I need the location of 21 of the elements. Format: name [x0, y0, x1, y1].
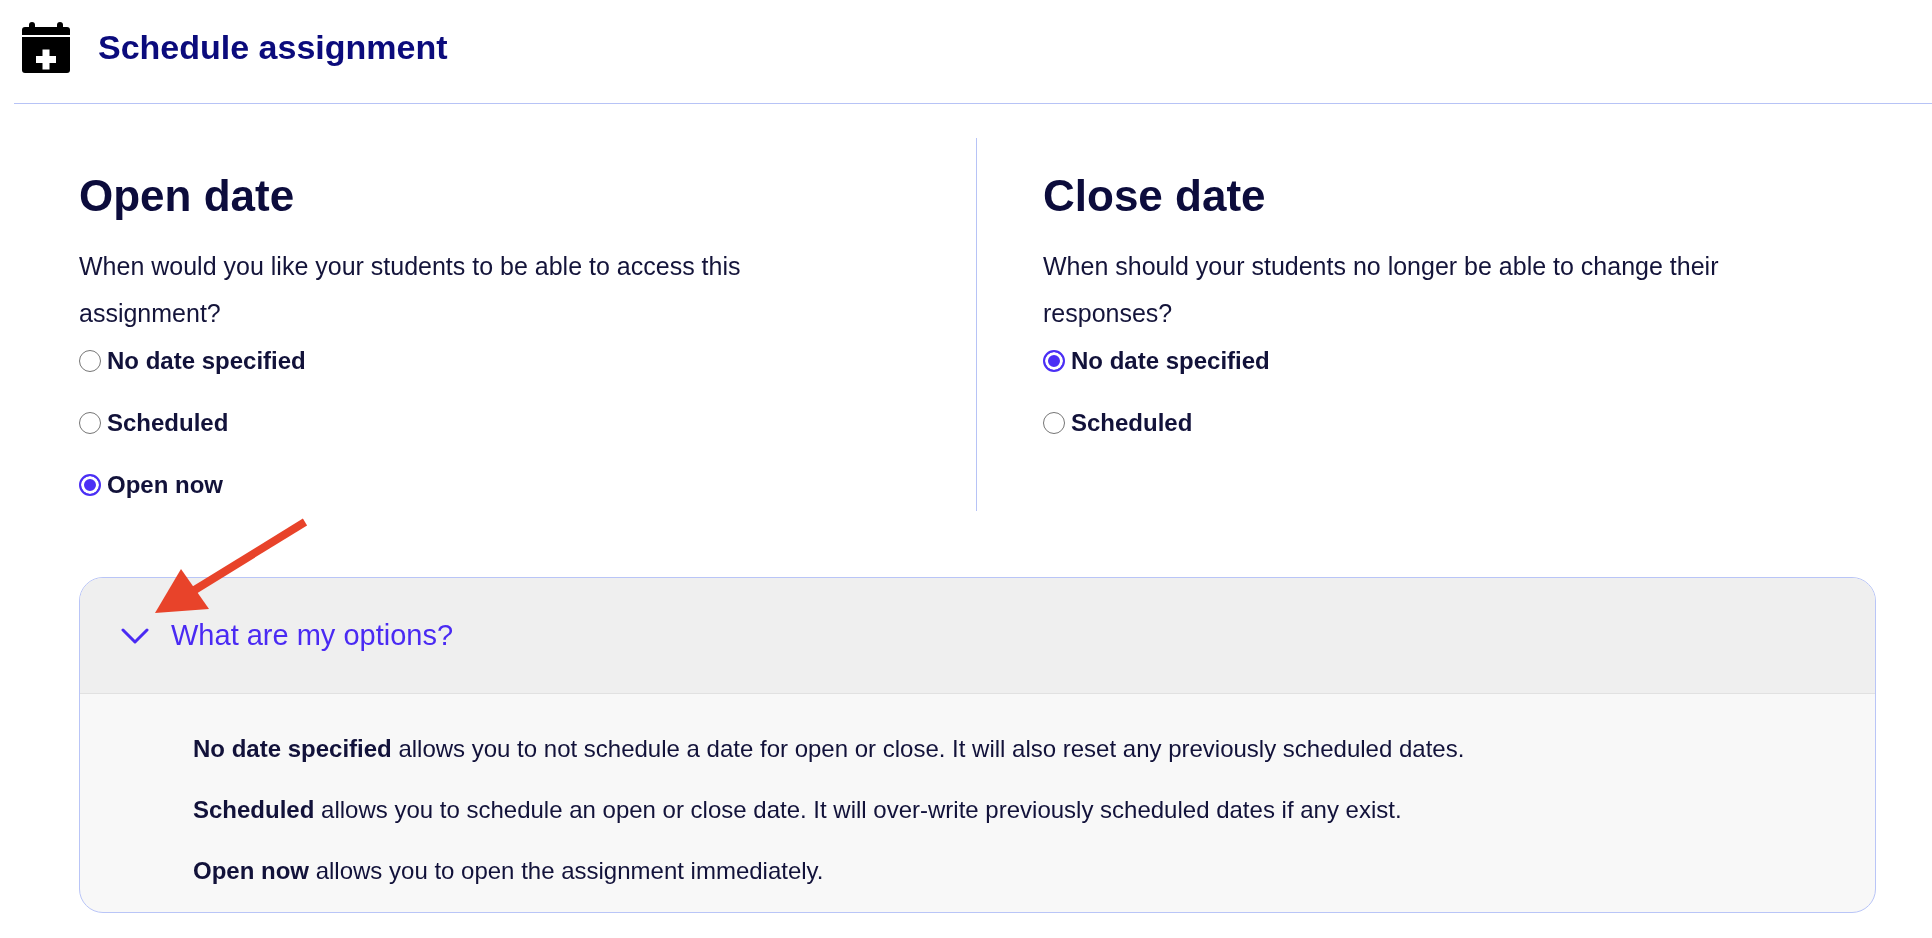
page-title: Schedule assignment — [98, 27, 448, 68]
option-description: Scheduled allows you to schedule an open or close date. It will over-write previously scheduled dates if any exist. — [193, 795, 1403, 825]
question-text: When should your students no longer be able to change their responses? — [1043, 251, 1720, 329]
option-label[interactable]: Open now — [107, 470, 223, 500]
section-heading: Close date — [1043, 170, 1267, 222]
section-heading: Open date — [79, 170, 296, 222]
calendar-plus-icon — [22, 22, 70, 73]
option-label[interactable]: No date specified — [107, 346, 306, 376]
help-toggle[interactable]: What are my options? — [80, 578, 1875, 694]
radio-button[interactable] — [79, 474, 101, 496]
option-description: No date specified allows you to not schedule a date for open or close. It will also reset any previously scheduled dates. — [193, 734, 1466, 764]
radio-button[interactable] — [79, 412, 101, 434]
radio-button[interactable] — [79, 350, 101, 372]
radio-button[interactable] — [1043, 350, 1065, 372]
option-label[interactable]: Scheduled — [1071, 408, 1193, 438]
chevron-icon — [121, 627, 149, 644]
radio-button[interactable] — [1043, 412, 1065, 434]
question-text: When would you like your students to be able to access this assignment? — [79, 251, 742, 329]
option-label[interactable]: No date specified — [1071, 346, 1270, 376]
option-label[interactable]: Scheduled — [107, 408, 229, 438]
option-description: Open now allows you to open the assignment immediately. — [193, 856, 825, 886]
